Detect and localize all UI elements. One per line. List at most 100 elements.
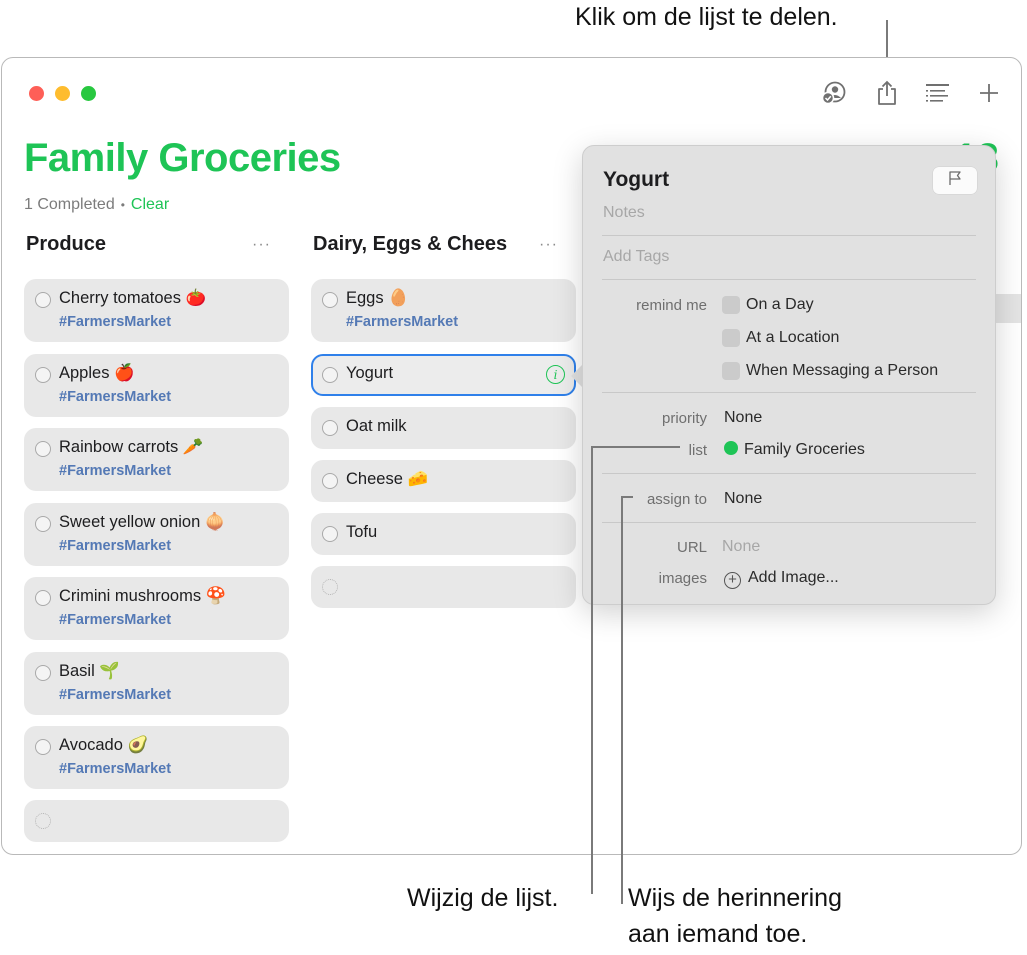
reminder-title: Crimini mushrooms 🍄 — [59, 587, 227, 605]
callout-assign-leader-v — [621, 496, 623, 904]
callout-change-list: Wijzig de lijst. — [407, 884, 559, 912]
complete-checkbox[interactable] — [35, 590, 51, 606]
list-select-value: Family Groceries — [744, 441, 865, 458]
reminder-title: Sweet yellow onion 🧅 — [59, 513, 226, 531]
reminder-tag[interactable]: #FarmersMarket — [59, 761, 171, 777]
when-messaging-checkbox[interactable] — [722, 362, 740, 380]
complete-checkbox[interactable] — [35, 441, 51, 457]
url-field[interactable]: None — [722, 538, 760, 556]
popover-title[interactable]: Yogurt — [603, 168, 669, 192]
partial-column-row — [996, 294, 1021, 323]
reminder-card[interactable]: Apples 🍎 #FarmersMarket — [24, 354, 289, 417]
reminder-title: Rainbow carrots 🥕 — [59, 438, 204, 456]
reminder-title: Tofu — [346, 523, 378, 541]
close-window-button[interactable] — [29, 86, 44, 101]
assign-to-label: assign to — [646, 491, 707, 508]
new-reminder-card[interactable] — [311, 566, 576, 608]
new-reminder-card[interactable] — [24, 800, 289, 842]
reminder-card[interactable]: Crimini mushrooms 🍄 #FarmersMarket — [24, 577, 289, 640]
callout-share: Klik om de lijst te delen. — [575, 3, 838, 31]
divider — [602, 279, 976, 280]
reminder-tag[interactable]: #FarmersMarket — [59, 463, 171, 479]
flag-button[interactable] — [933, 167, 977, 194]
reminder-card[interactable]: Eggs 🥚 #FarmersMarket — [311, 279, 576, 342]
assign-to-select[interactable]: None — [724, 490, 762, 508]
complete-checkbox[interactable] — [322, 420, 338, 436]
at-a-location-label[interactable]: At a Location — [746, 329, 839, 347]
new-reminder-placeholder-circle — [35, 813, 51, 829]
callout-assign-line2: aan iemand toe. — [628, 920, 808, 948]
divider — [602, 235, 976, 236]
divider — [602, 522, 976, 523]
reminder-tag[interactable]: #FarmersMarket — [59, 389, 171, 405]
minimize-window-button[interactable] — [55, 86, 70, 101]
reminder-tag[interactable]: #FarmersMarket — [59, 538, 171, 554]
clear-completed-button[interactable]: Clear — [131, 196, 169, 213]
list-color-dot — [724, 441, 738, 455]
reminder-title: Avocado 🥑 — [59, 736, 149, 754]
reminder-card-selected[interactable]: Yogurt i — [311, 354, 576, 396]
completed-count: 1 Completed — [24, 196, 115, 213]
images-label: images — [658, 570, 707, 587]
reminder-card[interactable]: Basil 🌱 #FarmersMarket — [24, 652, 289, 715]
reminder-title: Basil 🌱 — [59, 662, 120, 680]
completed-summary: 1 Completed • Clear — [24, 196, 169, 214]
reminder-title: Oat milk — [346, 417, 407, 435]
at-a-location-checkbox[interactable] — [722, 329, 740, 347]
complete-checkbox[interactable] — [35, 367, 51, 383]
add-image-button[interactable]: + Add Image... — [724, 569, 839, 589]
reminder-title: Yogurt — [346, 364, 394, 382]
url-label: URL — [676, 539, 707, 556]
reminder-title: Cherry tomatoes 🍅 — [59, 289, 207, 307]
collaboration-icon[interactable] — [819, 78, 849, 108]
reminder-card[interactable]: Tofu — [311, 513, 576, 555]
list-label: list — [688, 442, 707, 459]
view-options-icon[interactable] — [923, 78, 953, 108]
reminder-tag[interactable]: #FarmersMarket — [59, 612, 171, 628]
reminder-details-popover: Yogurt Notes Add Tags remind me On a Day… — [582, 145, 996, 605]
tags-field[interactable]: Add Tags — [603, 248, 669, 266]
remind-me-label: remind me — [636, 297, 707, 314]
reminder-tag[interactable]: #FarmersMarket — [346, 314, 458, 330]
when-messaging-label[interactable]: When Messaging a Person — [746, 362, 938, 380]
column-header-produce[interactable]: Produce — [26, 233, 246, 256]
column-more-button[interactable]: ··· — [252, 236, 271, 254]
callout-list-leader-h — [591, 446, 680, 448]
complete-checkbox[interactable] — [322, 292, 338, 308]
reminder-card[interactable]: Oat milk — [311, 407, 576, 449]
reminder-card[interactable]: Sweet yellow onion 🧅 #FarmersMarket — [24, 503, 289, 566]
complete-checkbox[interactable] — [322, 526, 338, 542]
column-header-dairy[interactable]: Dairy, Eggs & Chees — [313, 233, 519, 256]
reminder-title: Eggs 🥚 — [346, 289, 409, 307]
column-more-button[interactable]: ··· — [539, 236, 558, 254]
reminder-card[interactable]: Avocado 🥑 #FarmersMarket — [24, 726, 289, 789]
zoom-window-button[interactable] — [81, 86, 96, 101]
list-select[interactable]: Family Groceries — [724, 441, 865, 459]
reminder-card[interactable]: Rainbow carrots 🥕 #FarmersMarket — [24, 428, 289, 491]
notes-field[interactable]: Notes — [603, 204, 645, 222]
on-a-day-checkbox[interactable] — [722, 296, 740, 314]
separator-dot: • — [120, 198, 125, 212]
flag-icon — [947, 170, 963, 191]
reminder-card[interactable]: Cherry tomatoes 🍅 #FarmersMarket — [24, 279, 289, 342]
on-a-day-label[interactable]: On a Day — [746, 296, 814, 314]
reminders-window: Family Groceries 13 1 Completed•Clear Pr… — [1, 57, 1022, 855]
share-icon[interactable] — [872, 78, 902, 108]
complete-checkbox[interactable] — [35, 516, 51, 532]
add-image-label: Add Image... — [748, 569, 839, 586]
info-icon[interactable]: i — [546, 365, 565, 384]
reminder-card[interactable]: Cheese 🧀 — [311, 460, 576, 502]
list-title: Family Groceries — [24, 136, 341, 180]
priority-label: priority — [661, 410, 707, 427]
complete-checkbox[interactable] — [35, 292, 51, 308]
complete-checkbox[interactable] — [322, 473, 338, 489]
complete-checkbox[interactable] — [35, 665, 51, 681]
reminder-tag[interactable]: #FarmersMarket — [59, 314, 171, 330]
priority-select[interactable]: None — [724, 409, 762, 427]
divider — [602, 473, 976, 474]
complete-checkbox[interactable] — [35, 739, 51, 755]
add-icon[interactable] — [974, 78, 1004, 108]
complete-checkbox[interactable] — [322, 367, 338, 383]
add-circle-icon: + — [724, 572, 741, 589]
reminder-tag[interactable]: #FarmersMarket — [59, 687, 171, 703]
